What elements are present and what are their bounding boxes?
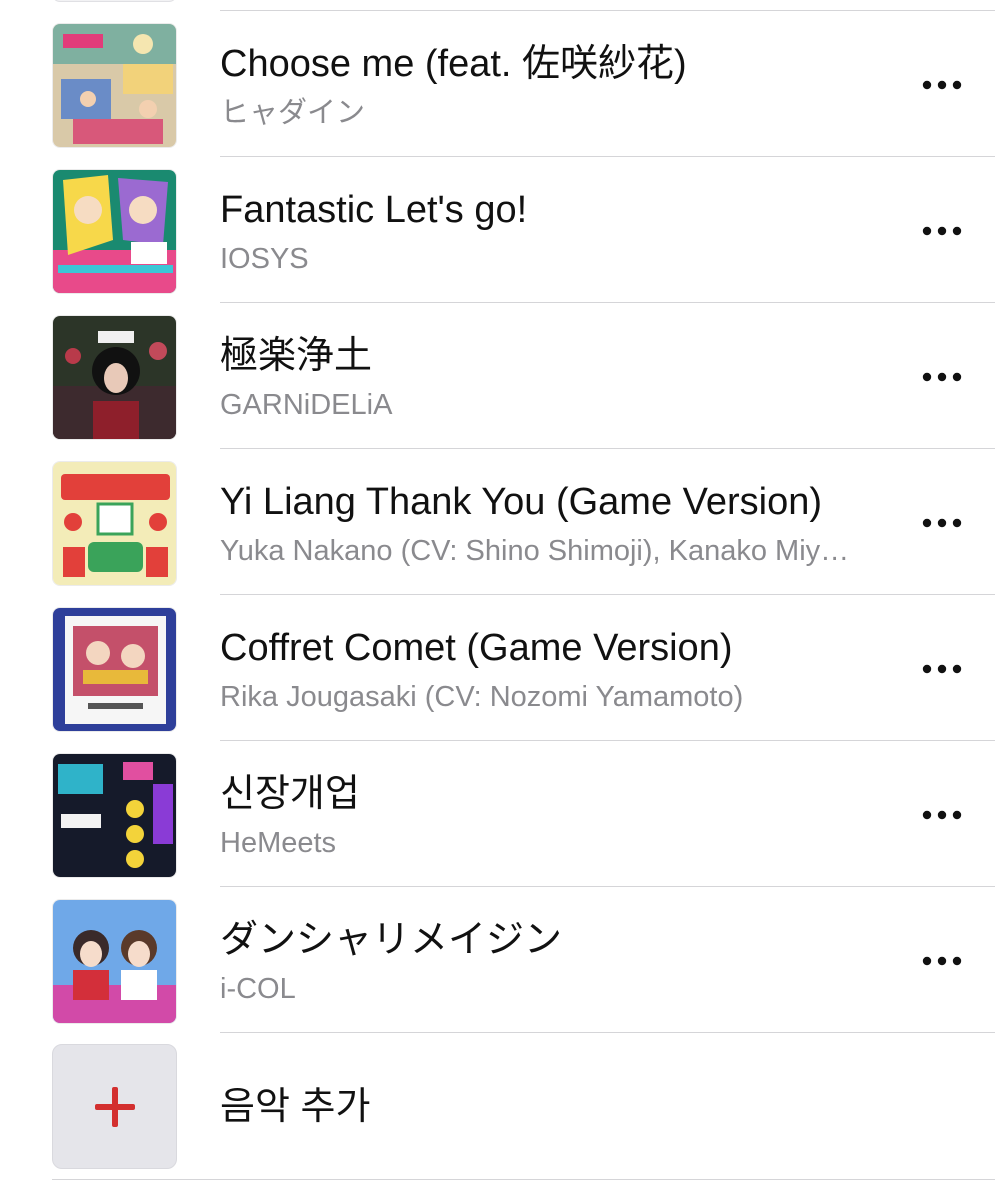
more-options-button[interactable]	[912, 647, 972, 691]
song-artist: ヒャダイン	[220, 97, 366, 129]
ellipsis-icon	[922, 226, 962, 236]
song-row[interactable]: Yi Liang Thank You (Game Version) Yuka N…	[0, 449, 995, 595]
song-title: 極楽浄土	[220, 335, 373, 377]
song-row[interactable]: ダンシャリメイジン i-COL	[0, 887, 995, 1033]
song-title: Coffret Comet (Game Version)	[220, 627, 733, 669]
album-art-garnidelia-image	[53, 316, 176, 439]
more-options-button[interactable]	[912, 355, 972, 399]
song-row[interactable]: Coffret Comet (Game Version) Rika Jougas…	[0, 595, 995, 741]
album-art-garnidelia	[52, 315, 177, 440]
plus-icon	[94, 1086, 135, 1127]
row-divider	[220, 1032, 995, 1033]
row-divider	[52, 1179, 995, 1180]
more-options-button[interactable]	[912, 63, 972, 107]
add-music-row[interactable]: 음악 추가	[0, 1034, 995, 1180]
playlist-song-list: Choose me (feat. 佐咲紗花) ヒャダイン Fantastic L…	[0, 0, 995, 1200]
song-artist: Rika Jougasaki (CV: Nozomi Yamamoto)	[220, 681, 744, 713]
album-art-i-col	[52, 899, 177, 1024]
ellipsis-icon	[922, 518, 962, 528]
song-artist: IOSYS	[220, 243, 309, 275]
song-row[interactable]: 極楽浄土 GARNiDELiA	[0, 303, 995, 449]
album-art-yi-liang	[52, 461, 177, 586]
song-artist: Yuka Nakano (CV: Shino Shimoji), Kanako …	[220, 535, 860, 567]
album-art-i-col-image	[53, 900, 176, 1023]
more-options-button[interactable]	[912, 793, 972, 837]
ellipsis-icon	[922, 810, 962, 820]
more-options-button[interactable]	[912, 501, 972, 545]
song-artist: i-COL	[220, 973, 296, 1005]
more-options-button[interactable]	[912, 209, 972, 253]
song-row[interactable]: 신장개업 HeMeets	[0, 741, 995, 887]
album-art-hyadain-image	[53, 24, 176, 147]
album-art-coffret-comet	[52, 607, 177, 732]
ellipsis-icon	[922, 372, 962, 382]
song-artist: HeMeets	[220, 827, 337, 859]
album-art-hyadain	[52, 23, 177, 148]
partial-album-art	[52, 0, 177, 2]
album-art-hemeets	[52, 753, 177, 878]
song-title: Yi Liang Thank You (Game Version)	[220, 481, 823, 523]
ellipsis-icon	[922, 956, 962, 966]
album-art-iosys-image	[53, 170, 176, 293]
ellipsis-icon	[922, 664, 962, 674]
song-title: Fantastic Let's go!	[220, 189, 528, 231]
album-art-yi-liang-image	[53, 462, 176, 585]
song-row[interactable]: Choose me (feat. 佐咲紗花) ヒャダイン	[0, 11, 995, 157]
album-art-coffret-comet-image	[53, 608, 176, 731]
more-options-button[interactable]	[912, 939, 972, 983]
album-art-iosys	[52, 169, 177, 294]
ellipsis-icon	[922, 80, 962, 90]
song-title: 신장개업	[220, 773, 360, 815]
song-title: Choose me (feat. 佐咲紗花)	[220, 43, 687, 85]
song-title: ダンシャリメイジン	[220, 919, 563, 961]
album-art-hemeets-image	[53, 754, 176, 877]
add-music-label[interactable]: 음악 추가	[220, 1084, 370, 1130]
add-music-button[interactable]	[52, 1044, 177, 1169]
song-artist: GARNiDELiA	[220, 389, 393, 421]
song-row[interactable]: Fantastic Let's go! IOSYS	[0, 157, 995, 303]
